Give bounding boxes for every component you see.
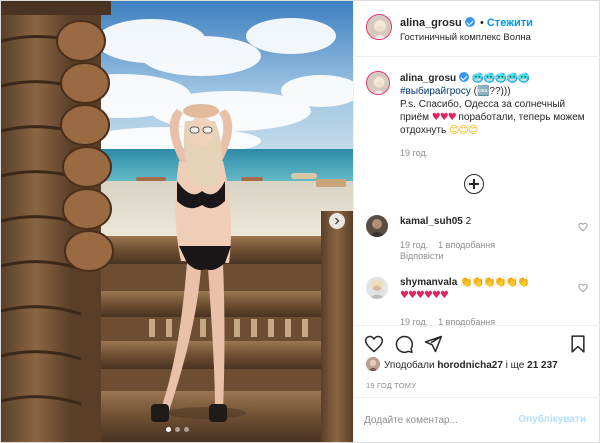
bookmark-icon <box>571 335 585 353</box>
likes-summary[interactable]: Уподобали horodnicha27 і ще 21 237 <box>366 357 558 373</box>
likes-count[interactable]: 21 237 <box>527 360 558 371</box>
add-comment-bar: Опублікувати <box>354 397 600 442</box>
caption-emojis: 🥶🥶🥶🥶🥶 <box>471 73 530 84</box>
caption-hashtag-suffix: (🆒??))) <box>470 86 511 97</box>
comment-text: shymanvala 👏👏👏👏👏👏 ♥♥♥♥♥♥ <box>400 276 568 302</box>
comment-meta: 19 год. 1 вподобання <box>400 240 505 250</box>
publish-button[interactable]: Опублікувати <box>518 414 586 425</box>
caption-hashtag[interactable]: #выбирайгросу <box>400 86 471 97</box>
verified-badge-icon <box>464 17 475 27</box>
follow-separator: • <box>480 17 484 29</box>
paper-plane-icon <box>424 335 443 353</box>
post-photo[interactable] <box>1 1 353 442</box>
comment-like-button[interactable] <box>578 222 588 232</box>
comment-heart-emojis: ♥♥♥♥♥♥ <box>400 290 449 301</box>
comment-time: 19 год. <box>400 240 429 250</box>
comments-section: alina_grosu 🥶🥶🥶🥶🥶 #выбирайгросу (🆒??))) … <box>354 57 600 327</box>
comment-text: kamal_suh05 2 <box>400 215 568 228</box>
commenter-avatar[interactable] <box>366 277 388 299</box>
likes-middle: і ще <box>502 360 528 371</box>
like-button[interactable] <box>364 334 384 354</box>
heart-outline-icon <box>578 283 588 293</box>
post-side-panel: alina_grosu • Стежити Гостиничный комплек… <box>353 1 600 442</box>
beach-balcony-photo <box>1 1 353 442</box>
heart-icon <box>364 335 384 353</box>
post-timestamp: 19 ГОД ТОМУ <box>366 381 417 390</box>
author-username-text[interactable]: alina_grosu <box>400 17 462 29</box>
carousel-dot-active <box>165 427 171 432</box>
caption-hearts: ♥♥♥ <box>431 112 457 123</box>
comment-bubble-icon <box>395 335 414 354</box>
carousel-dot <box>183 427 189 432</box>
caption-username[interactable]: alina_grosu <box>400 73 456 84</box>
author-avatar[interactable] <box>366 14 392 40</box>
carousel-dot <box>174 427 180 432</box>
caption-end-emojis: 😊😊😊 <box>448 125 478 136</box>
comment-like-button[interactable] <box>578 283 588 293</box>
carousel-indicator <box>1 427 353 432</box>
location-link[interactable]: Гостиничный комплекс Волна <box>400 32 531 43</box>
post-actions <box>354 325 600 361</box>
verified-badge-icon <box>459 72 470 82</box>
heart-outline-icon <box>578 222 588 232</box>
comment-body: 2 <box>465 216 472 227</box>
follow-label[interactable]: Стежити <box>487 17 533 29</box>
share-button[interactable] <box>423 334 443 354</box>
comment-button[interactable] <box>394 334 414 354</box>
chevron-right-icon <box>335 217 340 225</box>
comment-clap-emojis: 👏👏👏👏👏👏 <box>460 277 530 288</box>
post-caption: alina_grosu 🥶🥶🥶🥶🥶 #выбирайгросу (🆒??))) … <box>400 72 590 137</box>
likes-prefix: Уподобали <box>384 360 438 371</box>
caption-timestamp: 19 год. <box>400 148 429 158</box>
reply-button[interactable]: Відповісти <box>400 251 444 261</box>
carousel-next-button[interactable] <box>329 213 345 229</box>
caption-author-avatar[interactable] <box>366 71 390 95</box>
comment-username[interactable]: kamal_suh05 <box>400 216 463 227</box>
liker-username[interactable]: horodnicha27 <box>437 360 503 371</box>
commenter-avatar[interactable] <box>366 215 388 237</box>
instagram-post: alina_grosu • Стежити Гостиничный комплек… <box>0 0 600 443</box>
comment-username[interactable]: shymanvala <box>400 277 457 288</box>
liker-avatar <box>366 357 380 371</box>
follow-button[interactable]: • Стежити <box>480 17 533 29</box>
post-header: alina_grosu • Стежити Гостиничный комплек… <box>354 1 600 57</box>
comment-likes[interactable]: 1 вподобання <box>438 240 495 250</box>
comment-input[interactable] <box>364 411 514 429</box>
load-more-comments-icon[interactable] <box>464 174 484 194</box>
save-button[interactable] <box>568 334 588 354</box>
author-username[interactable]: alina_grosu <box>400 17 475 29</box>
